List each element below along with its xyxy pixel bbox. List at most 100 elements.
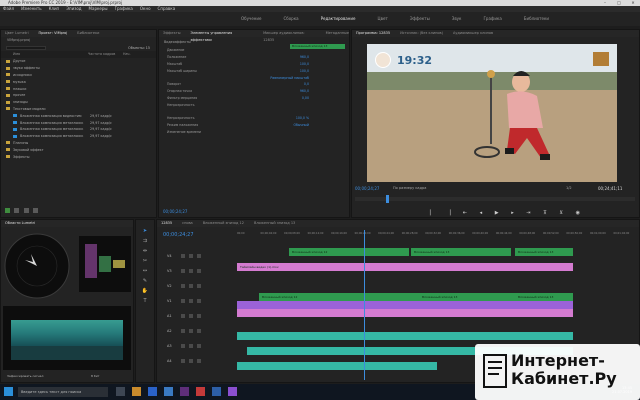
tab-audio-clip-mixer[interactable]: Микшер аудиоклипов: 12835 — [263, 30, 315, 42]
play-icon[interactable]: ▶ — [495, 210, 499, 216]
lock-icon[interactable] — [181, 358, 185, 363]
timeline-ruler[interactable]: 00;00 00;00;04;00 00;00;08;00 00;00;12;00 00… — [237, 232, 637, 242]
track-header[interactable]: V3 — [167, 263, 237, 278]
step-forward-icon[interactable]: ▸ — [511, 210, 514, 216]
premiere-taskbar-icon[interactable] — [180, 387, 189, 396]
lock-icon[interactable] — [181, 328, 185, 333]
eye-icon[interactable] — [189, 328, 193, 333]
workspace-assembly[interactable]: Сборка — [283, 12, 298, 26]
ripple-edit-icon[interactable]: ⇹ — [143, 248, 147, 254]
mute-icon[interactable] — [197, 358, 201, 363]
eye-icon[interactable] — [189, 358, 193, 363]
pen-tool-icon[interactable]: ✎ — [143, 278, 147, 284]
effect-property-row[interactable]: Масштаб ширины 100,0 — [167, 67, 349, 74]
project-item[interactable]: плашки — [1, 85, 156, 92]
track-header[interactable]: A4 — [167, 353, 237, 368]
program-resolution[interactable]: 1/2 — [566, 186, 572, 190]
timeline-clip[interactable]: Вложенный эпизод 13 — [411, 248, 511, 256]
go-to-out-icon[interactable]: ⇥ — [526, 210, 530, 216]
mute-icon[interactable] — [197, 253, 201, 258]
tab-lumetri-scopes[interactable]: Области Lumetri — [5, 220, 35, 227]
effect-property-value[interactable]: 100,0 — [300, 62, 309, 66]
mute-icon[interactable] — [197, 313, 201, 318]
tab-effects[interactable]: Эффекты — [163, 30, 181, 37]
edge-icon[interactable] — [148, 387, 157, 396]
eye-icon[interactable] — [189, 343, 193, 348]
lock-icon[interactable] — [181, 268, 185, 273]
tab-program[interactable]: Программа: 12835 — [356, 30, 390, 37]
bit-depth[interactable]: 8 бит — [91, 374, 99, 378]
tab-lumetri-color[interactable]: Цвет Lumetri — [5, 30, 29, 37]
project-item[interactable]: прочее — [1, 92, 156, 99]
slip-tool-icon[interactable]: ↔ — [143, 268, 147, 274]
tab-metadata[interactable]: Метаданные — [326, 30, 349, 37]
project-item[interactable]: исходники — [1, 72, 156, 79]
effect-property-value[interactable]: 0,00 — [302, 96, 309, 100]
photoshop-icon[interactable] — [212, 387, 221, 396]
tab-project[interactable]: Проект: VIMproj — [39, 30, 68, 37]
project-item[interactable]: Вложенная композиция металлоиск 29,97 кад… — [1, 126, 156, 133]
razor-tool-icon[interactable]: ✂ — [143, 258, 147, 264]
timeline-clip[interactable]: Вложенный эпизод 13 — [515, 248, 573, 256]
tab-nested-12[interactable]: Вложенный эпизод 12 — [203, 220, 244, 227]
lift-icon[interactable]: ⊼ — [543, 210, 547, 216]
go-to-in-icon[interactable]: ⇤ — [463, 210, 467, 216]
project-item[interactable]: музыка — [1, 78, 156, 85]
mute-icon[interactable] — [197, 343, 201, 348]
hand-tool-icon[interactable]: ✋ — [142, 288, 148, 294]
effect-property-row[interactable]: Изменение времени — [167, 129, 349, 136]
workspace-audio[interactable]: Звук — [452, 12, 462, 26]
effect-property-value[interactable]: 100,0 — [300, 69, 309, 73]
lock-icon[interactable] — [181, 313, 185, 318]
project-item[interactable]: Другое — [1, 58, 156, 65]
file-explorer-icon[interactable] — [132, 387, 141, 396]
timeline-timecode[interactable]: 00;00;24;27 — [163, 232, 194, 238]
mark-out-icon[interactable]: ▕ — [446, 210, 450, 216]
extract-icon[interactable]: ⊻ — [559, 210, 563, 216]
mute-icon[interactable] — [197, 283, 201, 288]
tab-source[interactable]: Источник: (без клипов) — [400, 30, 443, 37]
track-header[interactable]: V1 — [167, 293, 237, 308]
mute-icon[interactable] — [197, 328, 201, 333]
program-video-frame[interactable]: 19:32 — [367, 44, 617, 182]
list-view-icon[interactable] — [14, 208, 20, 213]
project-item[interactable]: Вложенная композиция видеостим 29,97 кадр… — [1, 112, 156, 119]
lock-icon[interactable] — [181, 253, 185, 258]
timeline-clip[interactable] — [237, 301, 573, 309]
tab-audio-clip-mixer-monitor[interactable]: Аудиомикшер клипов — [453, 30, 493, 37]
effect-property-row[interactable]: Равномерный масштаб — [167, 74, 349, 81]
project-item[interactable]: Вложенная композиция металлоиск 29,97 кад… — [1, 119, 156, 126]
project-item[interactable]: Эффекты — [1, 153, 156, 160]
project-item[interactable]: звуки эффекты — [1, 65, 156, 72]
project-item[interactable]: Текстовые модели — [1, 106, 156, 113]
clamp-signal-checkbox[interactable]: Зафиксировать сигнал — [7, 374, 43, 378]
effect-property-value[interactable]: Обычный — [293, 123, 309, 127]
effect-property-row[interactable]: Непрозрачность 100,0 % — [167, 115, 349, 122]
effect-property-value[interactable]: Равномерный масштаб — [270, 76, 309, 80]
selection-tool-icon[interactable]: ➤ — [143, 228, 147, 234]
pencil-icon[interactable] — [5, 208, 10, 213]
timeline-clip[interactable] — [237, 362, 437, 370]
program-timecode[interactable]: 00;00;24;27 — [355, 186, 379, 191]
effect-property-value[interactable]: 100,0 % — [296, 116, 309, 120]
mute-icon[interactable] — [197, 298, 201, 303]
timeline-clip[interactable]: Вложенный эпизод 12 — [259, 293, 419, 301]
workspace-learning[interactable]: Обучение — [241, 12, 261, 26]
icon-view-icon[interactable] — [23, 208, 29, 213]
effect-property-value[interactable]: 960,0 — [300, 89, 309, 93]
timeline-clip[interactable] — [237, 309, 573, 317]
workspace-libraries[interactable]: Библиотеки — [524, 12, 549, 26]
lock-icon[interactable] — [181, 298, 185, 303]
timeline-playhead[interactable] — [364, 230, 365, 380]
effect-property-row[interactable] — [167, 108, 349, 115]
timeline-clip[interactable]: Вложенный эпизод 13 — [515, 293, 573, 301]
project-search-input[interactable] — [6, 45, 46, 50]
mark-in-icon[interactable]: ▏ — [430, 210, 434, 216]
effect-property-row[interactable]: Положение 960,0 — [167, 54, 349, 61]
timeline-clip[interactable]: Вложенный эпизод 12 — [289, 248, 409, 256]
track-header[interactable]: A3 — [167, 338, 237, 353]
store-icon[interactable] — [164, 387, 173, 396]
opera-icon[interactable] — [196, 387, 205, 396]
eye-icon[interactable] — [189, 268, 193, 273]
effect-property-row[interactable]: Масштаб 100,0 — [167, 61, 349, 68]
